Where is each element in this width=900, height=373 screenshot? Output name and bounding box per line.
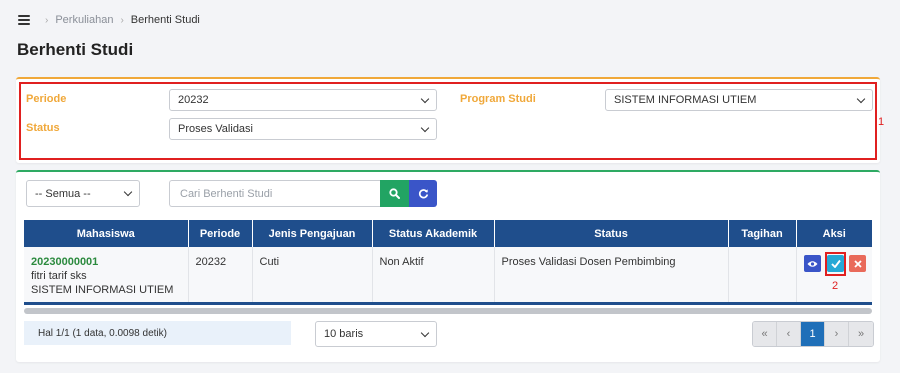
last-page-button[interactable]: » [849, 322, 873, 346]
prev-page-button[interactable]: ‹ [777, 322, 801, 346]
column-header-mahasiswa: Mahasiswa [24, 220, 189, 247]
cell-status-akademik: Non Aktif [372, 247, 495, 302]
marker-label-1: 1 [878, 116, 885, 128]
refresh-button[interactable] [409, 180, 437, 207]
horizontal-scrollbar[interactable] [24, 308, 872, 314]
cell-status: Proses Validasi Dosen Pembimbing [494, 247, 729, 302]
search-placeholder: Cari Berhenti Studi [180, 187, 273, 200]
pagination: « ‹ 1 › » [752, 321, 874, 347]
marker-label-2: 2 [832, 280, 839, 292]
column-header-periode: Periode [188, 220, 253, 247]
status-select[interactable]: Proses Validasi [169, 118, 437, 140]
student-prodi: SISTEM INFORMASI UTIEM [31, 284, 174, 296]
berhenti-studi-table: Mahasiswa Periode Jenis Pengajuan Status… [24, 220, 872, 302]
eye-icon [807, 260, 818, 267]
cell-mahasiswa: 20230000001 fitri tarif sks SISTEM INFOR… [24, 247, 189, 302]
semua-value: -- Semua -- [35, 187, 91, 200]
chevron-down-icon [420, 328, 430, 337]
search-input[interactable]: Cari Berhenti Studi [169, 180, 380, 207]
search-button[interactable] [380, 180, 409, 207]
pagination-info: Hal 1/1 (1 data, 0.0098 detik) [24, 321, 291, 345]
cell-jenis-pengajuan: Cuti [252, 247, 373, 302]
pagination-info-text: Hal 1/1 (1 data, 0.0098 detik) [38, 327, 167, 339]
periode-value: 20232 [178, 94, 209, 106]
rows-per-page-value: 10 baris [324, 328, 364, 340]
status-label: Status [26, 122, 60, 134]
program-studi-label: Program Studi [460, 93, 536, 105]
table-bottom-border [24, 302, 872, 305]
page-1-button[interactable]: 1 [801, 322, 825, 346]
column-header-tagihan: Tagihan [728, 220, 797, 247]
chevron-right-icon: › [120, 14, 124, 26]
breadcrumb-item-perkuliahan[interactable]: Perkuliahan [55, 14, 113, 26]
column-header-status-akademik: Status Akademik [372, 220, 495, 247]
cell-tagihan [728, 247, 797, 302]
program-studi-value: SISTEM INFORMASI UTIEM [614, 94, 757, 106]
semua-select[interactable]: -- Semua -- [26, 180, 140, 207]
chevron-right-icon: › [45, 14, 49, 26]
next-page-button[interactable]: › [825, 322, 849, 346]
highlight-box-approve [825, 252, 846, 276]
page-title: Berhenti Studi [17, 40, 134, 59]
refresh-icon [418, 189, 428, 199]
column-header-aksi: Aksi [796, 220, 872, 247]
menu-icon[interactable] [18, 15, 30, 25]
cell-periode: 20232 [188, 247, 253, 302]
chevron-down-icon [123, 187, 133, 197]
student-nim[interactable]: 20230000001 [31, 255, 181, 269]
column-header-status: Status [494, 220, 729, 247]
breadcrumb: › Perkuliahan › Berhenti Studi [18, 12, 200, 28]
chevron-down-icon [856, 94, 866, 103]
table-row: 20230000001 fitri tarif sks SISTEM INFOR… [24, 247, 872, 302]
student-name: fitri tarif sks [31, 270, 87, 282]
program-studi-select[interactable]: SISTEM INFORMASI UTIEM [605, 89, 873, 111]
rows-per-page-select[interactable]: 10 baris [315, 321, 437, 347]
search-icon [389, 188, 400, 199]
status-value: Proses Validasi [178, 123, 253, 135]
chevron-down-icon [420, 94, 430, 103]
breadcrumb-item-current: Berhenti Studi [130, 14, 200, 26]
first-page-button[interactable]: « [753, 322, 777, 346]
close-icon [853, 259, 862, 268]
chevron-down-icon [420, 123, 430, 132]
periode-label: Periode [26, 93, 67, 105]
reject-button[interactable] [849, 255, 866, 272]
periode-select[interactable]: 20232 [169, 89, 437, 111]
column-header-jenis-pengajuan: Jenis Pengajuan [252, 220, 373, 247]
view-button[interactable] [804, 255, 821, 272]
